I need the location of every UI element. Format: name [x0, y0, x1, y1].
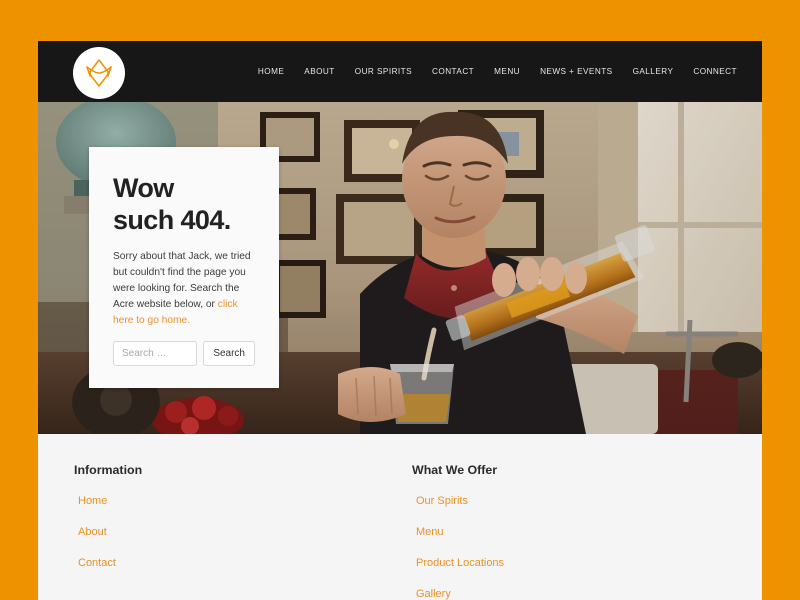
footer-links-what-we-offer: Our Spirits Menu Product Locations Galle… [412, 491, 714, 600]
nav-item-news-events[interactable]: NEWS + EVENTS [540, 67, 613, 76]
brand-logo[interactable] [73, 47, 125, 99]
nav-item-gallery[interactable]: GALLERY [633, 67, 674, 76]
list-item: About [78, 522, 376, 540]
nav-item-menu[interactable]: MENU [494, 67, 520, 76]
search-form: Search [113, 341, 255, 367]
nav-item-contact[interactable]: CONTACT [432, 67, 474, 76]
footer-link-contact[interactable]: Contact [78, 557, 116, 569]
acre-monogram-logo-icon [77, 51, 121, 95]
hero-section: Wow such 404. Sorry about that Jack, we … [38, 102, 762, 434]
main-navigation: HOME ABOUT OUR SPIRITS CONTACT MENU NEWS… [258, 67, 737, 76]
list-item: Home [78, 491, 376, 509]
error-title-line1: Wow [113, 173, 174, 203]
site-page-container: HOME ABOUT OUR SPIRITS CONTACT MENU NEWS… [38, 41, 762, 600]
search-input[interactable] [113, 341, 198, 367]
site-footer: Information Home About Contact What We O… [38, 434, 762, 600]
footer-link-home[interactable]: Home [78, 495, 107, 507]
footer-link-gallery[interactable]: Gallery [416, 588, 451, 600]
list-item: Product Locations [416, 553, 714, 571]
nav-item-our-spirits[interactable]: OUR SPIRITS [355, 67, 412, 76]
nav-item-about[interactable]: ABOUT [304, 67, 334, 76]
list-item: Our Spirits [416, 491, 714, 509]
nav-item-connect[interactable]: CONNECT [693, 67, 737, 76]
footer-link-about[interactable]: About [78, 526, 107, 538]
footer-column-what-we-offer: What We Offer Our Spirits Menu Product L… [376, 463, 714, 600]
footer-column-information: Information Home About Contact [38, 463, 376, 600]
error-message: Sorry about that Jack, we tried but coul… [113, 249, 255, 330]
footer-link-menu[interactable]: Menu [416, 526, 444, 538]
list-item: Gallery [416, 584, 714, 600]
footer-link-product-locations[interactable]: Product Locations [416, 557, 504, 569]
search-submit-button[interactable]: Search [203, 341, 255, 367]
footer-link-our-spirits[interactable]: Our Spirits [416, 495, 468, 507]
footer-heading-what-we-offer: What We Offer [412, 463, 498, 477]
error-404-card: Wow such 404. Sorry about that Jack, we … [89, 147, 279, 389]
footer-links-information: Home About Contact [74, 491, 376, 571]
error-title-line2: such 404. [113, 204, 231, 235]
nav-item-home[interactable]: HOME [258, 67, 284, 76]
site-header: HOME ABOUT OUR SPIRITS CONTACT MENU NEWS… [38, 41, 762, 102]
list-item: Contact [78, 553, 376, 571]
list-item: Menu [416, 522, 714, 540]
error-title: Wow such 404. [113, 173, 255, 237]
footer-heading-information: Information [74, 463, 143, 477]
